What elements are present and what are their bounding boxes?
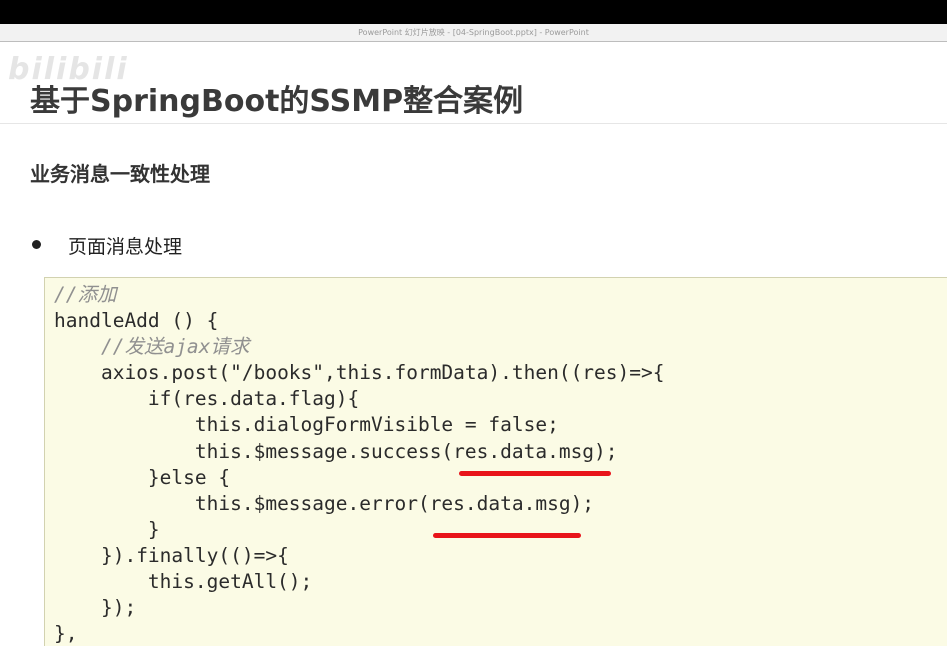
red-underline-success-msg (459, 471, 611, 476)
code-line: }).finally(()=>{ (100, 543, 289, 567)
code-line: }); (100, 596, 137, 620)
red-underline-error-msg (433, 533, 581, 538)
code-line: }, (54, 622, 78, 646)
bullet-icon (32, 240, 41, 249)
code-line: //添加 (54, 283, 117, 306)
code-line: }else { (147, 465, 231, 489)
code-line: axios.post("/books",this.formData).then(… (100, 361, 665, 385)
code-line: handleAdd () { (54, 309, 219, 333)
code-line: this.$message.success(res.data.msg); (194, 439, 618, 463)
code-listing: //添加 handleAdd () { //发送ajax请求 axios.pos… (54, 282, 665, 647)
code-line: this.$message.error(res.data.msg); (194, 491, 595, 515)
code-line: } (147, 517, 160, 541)
bullet-text: 页面消息处理 (68, 236, 183, 258)
code-line: //发送ajax请求 (100, 335, 250, 359)
top-black-bar (0, 0, 947, 24)
slide-title: 基于SpringBoot的SSMP整合案例 (30, 84, 524, 119)
slide-subtitle: 业务消息一致性处理 (30, 162, 210, 186)
window-title: PowerPoint 幻灯片放映 - [04-SpringBoot.pptx] … (0, 24, 947, 42)
title-divider (0, 123, 947, 124)
code-block: //添加 handleAdd () { //发送ajax请求 axios.pos… (44, 277, 947, 646)
code-line: this.dialogFormVisible = false; (194, 413, 559, 437)
code-line: if(res.data.flag){ (147, 387, 360, 411)
code-line: this.getAll(); (147, 570, 313, 594)
